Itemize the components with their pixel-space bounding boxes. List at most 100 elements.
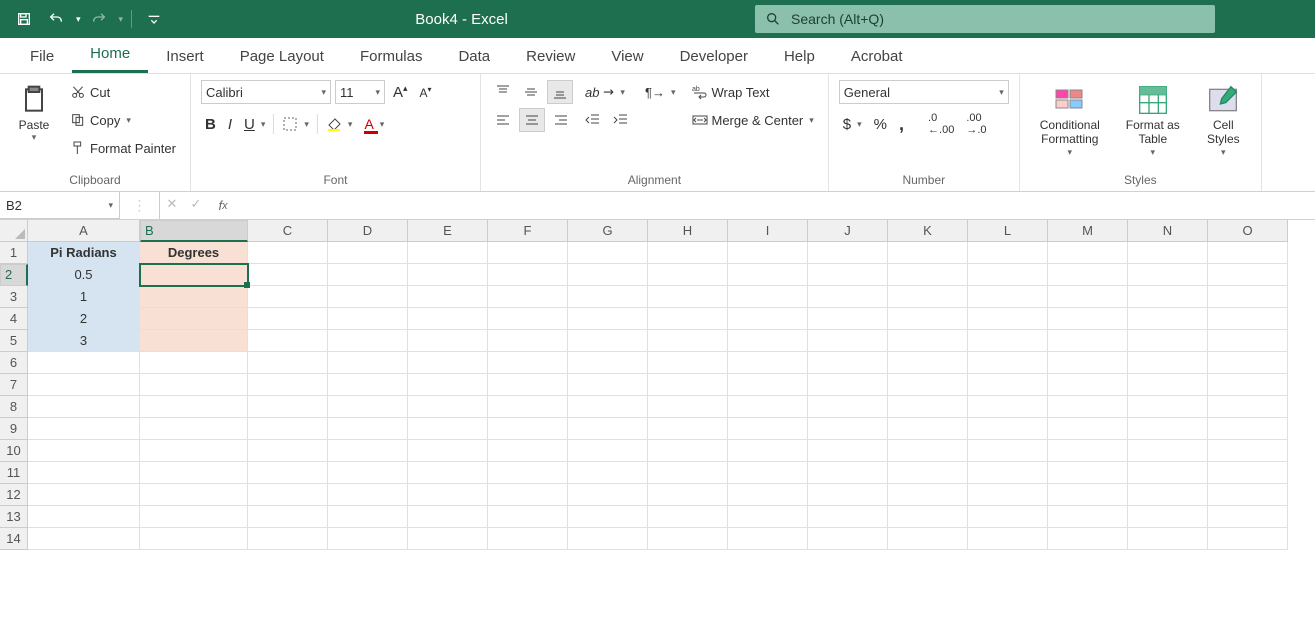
cell-I8[interactable] xyxy=(728,396,808,418)
cell-L7[interactable] xyxy=(968,374,1048,396)
cell-N13[interactable] xyxy=(1128,506,1208,528)
cell-G2[interactable] xyxy=(568,264,648,286)
cell-H6[interactable] xyxy=(648,352,728,374)
cell-F1[interactable] xyxy=(488,242,568,264)
cell-D4[interactable] xyxy=(328,308,408,330)
cell-C14[interactable] xyxy=(248,528,328,550)
cell-K12[interactable] xyxy=(888,484,968,506)
decrease-font-button[interactable]: A▾ xyxy=(416,80,436,104)
cell-J1[interactable] xyxy=(808,242,888,264)
cell-H5[interactable] xyxy=(648,330,728,352)
cell-I12[interactable] xyxy=(728,484,808,506)
cell-B6[interactable] xyxy=(140,352,248,374)
cell-E7[interactable] xyxy=(408,374,488,396)
tab-insert[interactable]: Insert xyxy=(148,40,222,73)
cell-I9[interactable] xyxy=(728,418,808,440)
cell-L5[interactable] xyxy=(968,330,1048,352)
cell-E1[interactable] xyxy=(408,242,488,264)
cell-C8[interactable] xyxy=(248,396,328,418)
column-header-L[interactable]: L xyxy=(968,220,1048,242)
cell-L2[interactable] xyxy=(968,264,1048,286)
rtl-button[interactable]: ¶→▾ xyxy=(641,80,680,104)
cell-M10[interactable] xyxy=(1048,440,1128,462)
orientation-button[interactable]: ab↗▾ xyxy=(581,80,629,104)
cell-N4[interactable] xyxy=(1128,308,1208,330)
save-icon[interactable] xyxy=(10,5,38,33)
cell-O8[interactable] xyxy=(1208,396,1288,418)
cell-A14[interactable] xyxy=(28,528,140,550)
font-color-button[interactable]: A▾ xyxy=(360,112,388,136)
row-header-11[interactable]: 11 xyxy=(0,462,28,484)
cell-G3[interactable] xyxy=(568,286,648,308)
cell-O3[interactable] xyxy=(1208,286,1288,308)
cell-G10[interactable] xyxy=(568,440,648,462)
cell-A1[interactable]: Pi Radians xyxy=(28,242,140,264)
tab-review[interactable]: Review xyxy=(508,40,593,73)
cell-J6[interactable] xyxy=(808,352,888,374)
cell-B13[interactable] xyxy=(140,506,248,528)
cell-J4[interactable] xyxy=(808,308,888,330)
cell-E12[interactable] xyxy=(408,484,488,506)
fill-color-button[interactable]: ▾ xyxy=(322,112,357,136)
cell-M5[interactable] xyxy=(1048,330,1128,352)
number-format-select[interactable]: General▾ xyxy=(839,80,1009,104)
row-header-5[interactable]: 5 xyxy=(0,330,28,352)
cell-O10[interactable] xyxy=(1208,440,1288,462)
cell-M11[interactable] xyxy=(1048,462,1128,484)
increase-decimal-button[interactable]: .0←.00 xyxy=(924,112,958,136)
cell-F12[interactable] xyxy=(488,484,568,506)
cell-B14[interactable] xyxy=(140,528,248,550)
decrease-indent-button[interactable] xyxy=(581,108,605,132)
cell-H13[interactable] xyxy=(648,506,728,528)
cell-E3[interactable] xyxy=(408,286,488,308)
cut-button[interactable]: Cut xyxy=(66,80,180,104)
cell-E11[interactable] xyxy=(408,462,488,484)
comma-format-button[interactable]: , xyxy=(895,112,908,136)
cell-L4[interactable] xyxy=(968,308,1048,330)
cell-B10[interactable] xyxy=(140,440,248,462)
cell-D1[interactable] xyxy=(328,242,408,264)
format-as-table-button[interactable]: Format as Table▾ xyxy=(1118,80,1188,162)
column-header-A[interactable]: A xyxy=(28,220,140,242)
cell-O13[interactable] xyxy=(1208,506,1288,528)
cell-N10[interactable] xyxy=(1128,440,1208,462)
cell-L11[interactable] xyxy=(968,462,1048,484)
column-header-J[interactable]: J xyxy=(808,220,888,242)
column-header-G[interactable]: G xyxy=(568,220,648,242)
cell-L14[interactable] xyxy=(968,528,1048,550)
cell-C5[interactable] xyxy=(248,330,328,352)
row-header-3[interactable]: 3 xyxy=(0,286,28,308)
cell-A8[interactable] xyxy=(28,396,140,418)
cell-O1[interactable] xyxy=(1208,242,1288,264)
row-header-2[interactable]: 2 xyxy=(0,264,28,286)
cell-I13[interactable] xyxy=(728,506,808,528)
cell-H4[interactable] xyxy=(648,308,728,330)
cell-M13[interactable] xyxy=(1048,506,1128,528)
row-header-6[interactable]: 6 xyxy=(0,352,28,374)
cell-J2[interactable] xyxy=(808,264,888,286)
cell-G5[interactable] xyxy=(568,330,648,352)
cell-M4[interactable] xyxy=(1048,308,1128,330)
cell-N11[interactable] xyxy=(1128,462,1208,484)
cell-H3[interactable] xyxy=(648,286,728,308)
cell-K1[interactable] xyxy=(888,242,968,264)
cell-A9[interactable] xyxy=(28,418,140,440)
cell-O4[interactable] xyxy=(1208,308,1288,330)
row-header-9[interactable]: 9 xyxy=(0,418,28,440)
increase-indent-button[interactable] xyxy=(609,108,633,132)
cell-F2[interactable] xyxy=(488,264,568,286)
tab-developer[interactable]: Developer xyxy=(662,40,766,73)
cell-L1[interactable] xyxy=(968,242,1048,264)
column-header-E[interactable]: E xyxy=(408,220,488,242)
cell-F6[interactable] xyxy=(488,352,568,374)
cell-H11[interactable] xyxy=(648,462,728,484)
cell-D10[interactable] xyxy=(328,440,408,462)
cell-F9[interactable] xyxy=(488,418,568,440)
cell-I1[interactable] xyxy=(728,242,808,264)
cell-J8[interactable] xyxy=(808,396,888,418)
cell-O11[interactable] xyxy=(1208,462,1288,484)
cell-N3[interactable] xyxy=(1128,286,1208,308)
cell-C4[interactable] xyxy=(248,308,328,330)
row-header-4[interactable]: 4 xyxy=(0,308,28,330)
row-header-12[interactable]: 12 xyxy=(0,484,28,506)
